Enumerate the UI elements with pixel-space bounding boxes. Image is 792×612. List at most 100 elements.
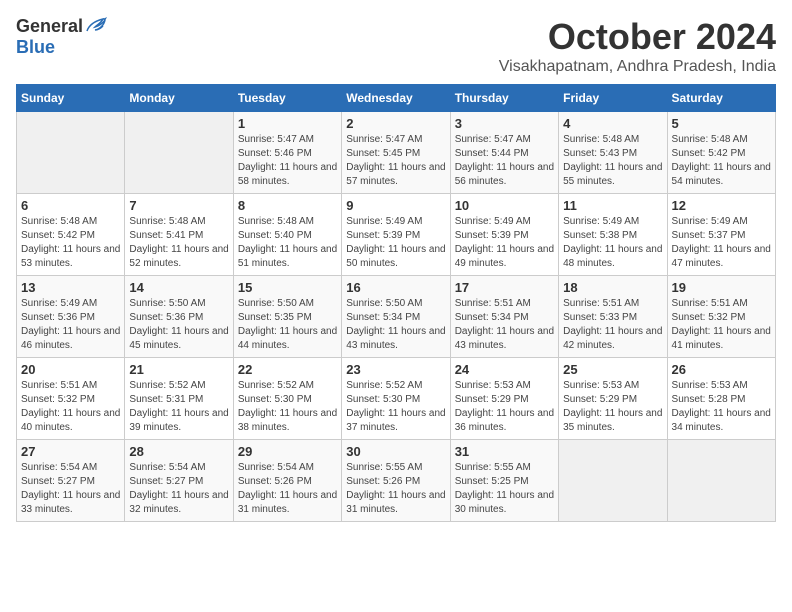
day-info: Sunrise: 5:48 AMSunset: 5:40 PMDaylight:… [238, 215, 337, 271]
logo-general-text: General [16, 16, 83, 37]
day-info: Sunrise: 5:50 AMSunset: 5:34 PMDaylight:… [346, 297, 445, 353]
logo: General Blue [16, 16, 107, 58]
day-info: Sunrise: 5:52 AMSunset: 5:30 PMDaylight:… [346, 379, 445, 435]
day-number: 21 [129, 362, 228, 377]
day-number: 11 [563, 198, 662, 213]
logo-blue-text: Blue [16, 37, 55, 58]
calendar-cell: 28 Sunrise: 5:54 AMSunset: 5:27 PMDayligh… [125, 440, 233, 522]
day-info: Sunrise: 5:55 AMSunset: 5:25 PMDaylight:… [455, 461, 554, 517]
day-number: 15 [238, 280, 337, 295]
day-info: Sunrise: 5:54 AMSunset: 5:27 PMDaylight:… [21, 461, 120, 517]
day-number: 27 [21, 444, 120, 459]
calendar-cell [17, 112, 125, 194]
calendar-cell: 16 Sunrise: 5:50 AMSunset: 5:34 PMDayligh… [342, 276, 450, 358]
calendar-week-row: 20Sunrise: 5:51 AMSunset: 5:32 PMDayligh… [17, 358, 776, 440]
day-info: Sunrise: 5:54 AMSunset: 5:27 PMDaylight:… [129, 461, 228, 517]
day-number: 13 [21, 280, 120, 295]
day-info: Sunrise: 5:53 AMSunset: 5:28 PMDaylight:… [672, 379, 771, 435]
day-number: 17 [455, 280, 554, 295]
calendar-week-row: 1 Sunrise: 5:47 AMSunset: 5:46 PMDaylight… [17, 112, 776, 194]
page-header: General Blue October 2024 Visakhapatnam,… [16, 16, 776, 76]
calendar-cell: 6 Sunrise: 5:48 AMSunset: 5:42 PMDaylight… [17, 194, 125, 276]
calendar-cell: 4 Sunrise: 5:48 AMSunset: 5:43 PMDaylight… [559, 112, 667, 194]
calendar-cell: 27 Sunrise: 5:54 AMSunset: 5:27 PMDayligh… [17, 440, 125, 522]
day-info: Sunrise: 5:47 AMSunset: 5:46 PMDaylight:… [238, 133, 337, 189]
day-info: Sunrise: 5:50 AMSunset: 5:36 PMDaylight:… [129, 297, 228, 353]
day-number: 19 [672, 280, 771, 295]
day-info: Sunrise: 5:48 AMSunset: 5:42 PMDaylight:… [672, 133, 771, 189]
day-number: 9 [346, 198, 445, 213]
day-number: 2 [346, 116, 445, 131]
day-number: 1 [238, 116, 337, 131]
day-number: 31 [455, 444, 554, 459]
day-number: 10 [455, 198, 554, 213]
column-header-friday: Friday [559, 85, 667, 112]
day-info: Sunrise: 5:49 AMSunset: 5:38 PMDaylight:… [563, 215, 662, 271]
calendar-cell [667, 440, 775, 522]
location-text: Visakhapatnam, Andhra Pradesh, India [499, 58, 776, 76]
day-info: Sunrise: 5:47 AMSunset: 5:45 PMDaylight:… [346, 133, 445, 189]
calendar-cell: 7 Sunrise: 5:48 AMSunset: 5:41 PMDaylight… [125, 194, 233, 276]
day-info: Sunrise: 5:47 AMSunset: 5:44 PMDaylight:… [455, 133, 554, 189]
column-header-sunday: Sunday [17, 85, 125, 112]
calendar-cell: 22 Sunrise: 5:52 AMSunset: 5:30 PMDayligh… [233, 358, 341, 440]
day-info: Sunrise: 5:49 AMSunset: 5:39 PMDaylight:… [455, 215, 554, 271]
calendar-cell: 19 Sunrise: 5:51 AMSunset: 5:32 PMDayligh… [667, 276, 775, 358]
calendar-week-row: 6 Sunrise: 5:48 AMSunset: 5:42 PMDaylight… [17, 194, 776, 276]
column-header-tuesday: Tuesday [233, 85, 341, 112]
column-header-thursday: Thursday [450, 85, 558, 112]
day-number: 18 [563, 280, 662, 295]
day-number: 22 [238, 362, 337, 377]
calendar-cell: 13 Sunrise: 5:49 AMSunset: 5:36 PMDayligh… [17, 276, 125, 358]
day-info: Sunrise: 5:53 AMSunset: 5:29 PMDaylight:… [455, 379, 554, 435]
calendar-cell [559, 440, 667, 522]
calendar-cell: 29Sunrise: 5:54 AMSunset: 5:26 PMDayligh… [233, 440, 341, 522]
day-number: 4 [563, 116, 662, 131]
calendar-cell: 1 Sunrise: 5:47 AMSunset: 5:46 PMDaylight… [233, 112, 341, 194]
day-number: 30 [346, 444, 445, 459]
day-number: 26 [672, 362, 771, 377]
calendar-cell: 31 Sunrise: 5:55 AMSunset: 5:25 PMDayligh… [450, 440, 558, 522]
calendar-cell: 12 Sunrise: 5:49 AMSunset: 5:37 PMDayligh… [667, 194, 775, 276]
day-number: 16 [346, 280, 445, 295]
day-number: 24 [455, 362, 554, 377]
calendar-table: SundayMondayTuesdayWednesdayThursdayFrid… [16, 84, 776, 522]
calendar-cell: 24 Sunrise: 5:53 AMSunset: 5:29 PMDayligh… [450, 358, 558, 440]
day-number: 6 [21, 198, 120, 213]
day-number: 23 [346, 362, 445, 377]
day-info: Sunrise: 5:50 AMSunset: 5:35 PMDaylight:… [238, 297, 337, 353]
day-info: Sunrise: 5:49 AMSunset: 5:37 PMDaylight:… [672, 215, 771, 271]
calendar-week-row: 27 Sunrise: 5:54 AMSunset: 5:27 PMDayligh… [17, 440, 776, 522]
day-info: Sunrise: 5:48 AMSunset: 5:42 PMDaylight:… [21, 215, 120, 271]
day-number: 29 [238, 444, 337, 459]
calendar-cell: 9 Sunrise: 5:49 AMSunset: 5:39 PMDaylight… [342, 194, 450, 276]
day-info: Sunrise: 5:49 AMSunset: 5:39 PMDaylight:… [346, 215, 445, 271]
day-number: 14 [129, 280, 228, 295]
calendar-cell: 18Sunrise: 5:51 AMSunset: 5:33 PMDayligh… [559, 276, 667, 358]
day-number: 7 [129, 198, 228, 213]
calendar-cell: 11 Sunrise: 5:49 AMSunset: 5:38 PMDayligh… [559, 194, 667, 276]
day-info: Sunrise: 5:49 AMSunset: 5:36 PMDaylight:… [21, 297, 120, 353]
day-number: 12 [672, 198, 771, 213]
calendar-week-row: 13 Sunrise: 5:49 AMSunset: 5:36 PMDayligh… [17, 276, 776, 358]
title-section: October 2024 Visakhapatnam, Andhra Prade… [499, 16, 776, 76]
day-info: Sunrise: 5:55 AMSunset: 5:26 PMDaylight:… [346, 461, 445, 517]
day-number: 28 [129, 444, 228, 459]
calendar-cell: 26 Sunrise: 5:53 AMSunset: 5:28 PMDayligh… [667, 358, 775, 440]
day-info: Sunrise: 5:52 AMSunset: 5:30 PMDaylight:… [238, 379, 337, 435]
calendar-cell: 14 Sunrise: 5:50 AMSunset: 5:36 PMDayligh… [125, 276, 233, 358]
calendar-cell [125, 112, 233, 194]
calendar-cell: 20Sunrise: 5:51 AMSunset: 5:32 PMDayligh… [17, 358, 125, 440]
day-number: 20 [21, 362, 120, 377]
day-info: Sunrise: 5:51 AMSunset: 5:32 PMDaylight:… [672, 297, 771, 353]
calendar-cell: 2 Sunrise: 5:47 AMSunset: 5:45 PMDaylight… [342, 112, 450, 194]
calendar-cell: 15 Sunrise: 5:50 AMSunset: 5:35 PMDayligh… [233, 276, 341, 358]
day-info: Sunrise: 5:48 AMSunset: 5:43 PMDaylight:… [563, 133, 662, 189]
day-info: Sunrise: 5:53 AMSunset: 5:29 PMDaylight:… [563, 379, 662, 435]
calendar-cell: 23 Sunrise: 5:52 AMSunset: 5:30 PMDayligh… [342, 358, 450, 440]
calendar-header-row: SundayMondayTuesdayWednesdayThursdayFrid… [17, 85, 776, 112]
day-number: 8 [238, 198, 337, 213]
calendar-cell: 5Sunrise: 5:48 AMSunset: 5:42 PMDaylight… [667, 112, 775, 194]
calendar-cell: 30 Sunrise: 5:55 AMSunset: 5:26 PMDayligh… [342, 440, 450, 522]
day-info: Sunrise: 5:48 AMSunset: 5:41 PMDaylight:… [129, 215, 228, 271]
